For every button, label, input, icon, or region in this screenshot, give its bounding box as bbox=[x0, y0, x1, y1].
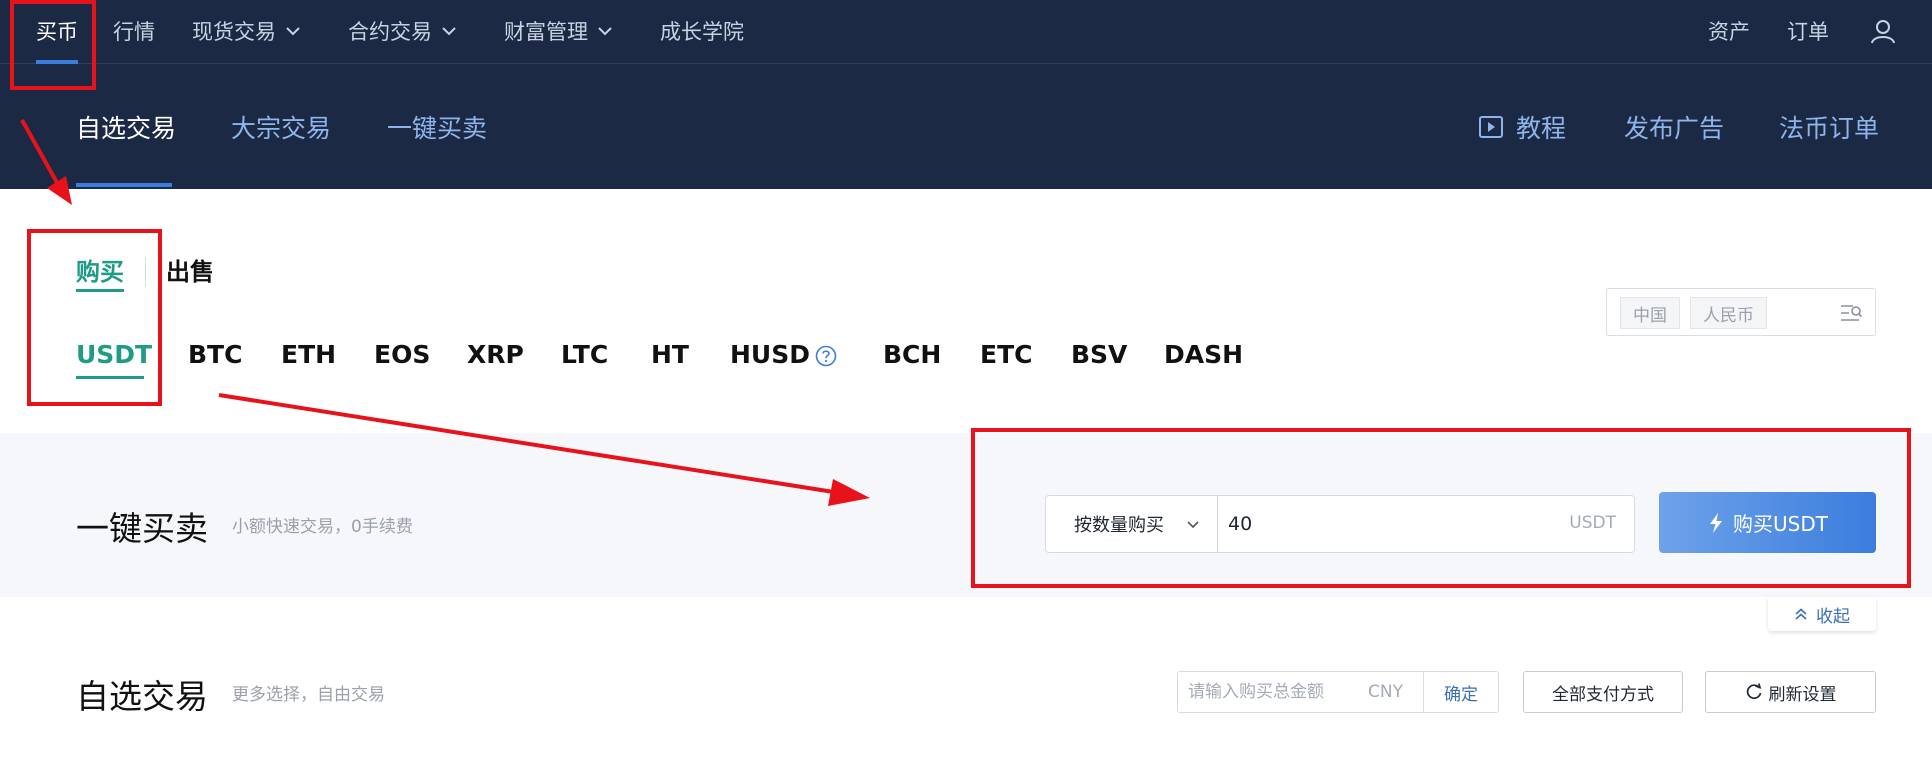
coin-tab-eth[interactable]: ETH bbox=[281, 340, 336, 369]
coin-tab-bsv[interactable]: BSV bbox=[1071, 340, 1127, 369]
chevron-down-icon bbox=[442, 27, 456, 36]
country-chip[interactable]: 中国 bbox=[1620, 297, 1680, 329]
play-tutorial-icon bbox=[1479, 115, 1503, 138]
nav-market-label: 行情 bbox=[113, 20, 155, 44]
currency-chip[interactable]: 人民币 bbox=[1690, 297, 1767, 329]
total-amount-field: CNY 确定 bbox=[1177, 671, 1499, 713]
coin-tab-ht[interactable]: HT bbox=[651, 340, 689, 369]
quick-trade-subtitle: 小额快速交易，0手续费 bbox=[232, 517, 413, 537]
nav-spot-trading[interactable]: 现货交易 bbox=[192, 0, 302, 62]
coin-tab-dash[interactable]: DASH bbox=[1164, 340, 1243, 369]
region-filter[interactable]: 中国 人民币 bbox=[1606, 288, 1876, 336]
quick-trade-title: 一键买卖 bbox=[76, 509, 208, 548]
tab-block-trade[interactable]: 大宗交易 bbox=[231, 64, 331, 189]
tutorial-label: 教程 bbox=[1516, 113, 1567, 143]
nav-growth-academy[interactable]: 成长学院 bbox=[660, 0, 744, 62]
nav-market[interactable]: 行情 bbox=[113, 0, 155, 62]
coin-tab-xrp[interactable]: XRP bbox=[467, 340, 524, 369]
chevron-down-icon bbox=[286, 27, 300, 36]
annotation-box-quick-buy bbox=[971, 428, 1911, 588]
tab-one-click-trade[interactable]: 一键买卖 bbox=[387, 64, 487, 189]
sub-navigation: 自选交易 大宗交易 一键买卖 教程 发布广告 法币订单 bbox=[0, 64, 1932, 189]
nav-contract-trading-label: 合约交易 bbox=[348, 20, 432, 44]
coin-tab-btc[interactable]: BTC bbox=[188, 340, 242, 369]
nav-wealth-management-label: 财富管理 bbox=[504, 20, 588, 44]
collapse-button[interactable]: 收起 bbox=[1768, 597, 1876, 631]
total-amount-unit: CNY bbox=[1368, 682, 1403, 702]
nav-assets-label: 资产 bbox=[1708, 20, 1750, 44]
filter-search-icon[interactable] bbox=[1839, 302, 1863, 324]
refresh-settings-button[interactable]: 刷新设置 bbox=[1705, 671, 1876, 713]
fiat-orders-link[interactable]: 法币订单 bbox=[1779, 64, 1879, 189]
refresh-icon bbox=[1746, 683, 1761, 700]
nav-orders-label: 订单 bbox=[1787, 20, 1829, 44]
fiat-orders-label: 法币订单 bbox=[1779, 113, 1880, 143]
tutorial-link[interactable]: 教程 bbox=[1478, 64, 1566, 189]
tab-self-select-trade-label: 自选交易 bbox=[76, 113, 177, 143]
annotation-box-buy-coin bbox=[10, 0, 96, 90]
nav-assets[interactable]: 资产 bbox=[1708, 0, 1750, 62]
nav-wealth-management[interactable]: 财富管理 bbox=[504, 0, 614, 62]
post-ad-label: 发布广告 bbox=[1624, 113, 1725, 143]
double-chevron-up-icon bbox=[1795, 608, 1807, 620]
help-question-icon[interactable] bbox=[815, 345, 837, 367]
coin-tab-ltc[interactable]: LTC bbox=[561, 340, 608, 369]
coin-tab-etc[interactable]: ETC bbox=[980, 340, 1032, 369]
annotation-box-buy-usdt bbox=[27, 229, 162, 406]
payment-methods-button[interactable]: 全部支付方式 bbox=[1523, 671, 1683, 713]
total-amount-input[interactable] bbox=[1188, 672, 1358, 712]
user-icon bbox=[1871, 20, 1895, 44]
confirm-button[interactable]: 确定 bbox=[1423, 672, 1498, 712]
tab-block-trade-label: 大宗交易 bbox=[231, 113, 332, 143]
nav-spot-trading-label: 现货交易 bbox=[192, 20, 276, 44]
collapse-label: 收起 bbox=[1816, 606, 1850, 627]
coin-tab-husd[interactable]: HUSD bbox=[730, 340, 810, 369]
post-ad-link[interactable]: 发布广告 bbox=[1624, 64, 1724, 189]
coin-tab-bch[interactable]: BCH bbox=[883, 340, 941, 369]
tab-one-click-trade-label: 一键买卖 bbox=[387, 113, 488, 143]
tab-active-underline bbox=[76, 183, 172, 187]
nav-growth-academy-label: 成长学院 bbox=[660, 20, 744, 44]
nav-orders[interactable]: 订单 bbox=[1787, 0, 1829, 62]
chevron-down-icon bbox=[598, 27, 612, 36]
top-navigation: 买币 行情 现货交易 合约交易 财富管理 成长学院 资产 订单 bbox=[0, 0, 1932, 64]
nav-contract-trading[interactable]: 合约交易 bbox=[348, 0, 458, 62]
user-button[interactable] bbox=[1870, 0, 1896, 62]
self-select-subtitle: 更多选择，自由交易 bbox=[232, 685, 385, 705]
refresh-settings-label: 刷新设置 bbox=[1768, 684, 1837, 705]
self-select-title: 自选交易 bbox=[76, 677, 208, 716]
sell-tab[interactable]: 出售 bbox=[166, 252, 214, 287]
coin-tab-eos[interactable]: EOS bbox=[374, 340, 430, 369]
